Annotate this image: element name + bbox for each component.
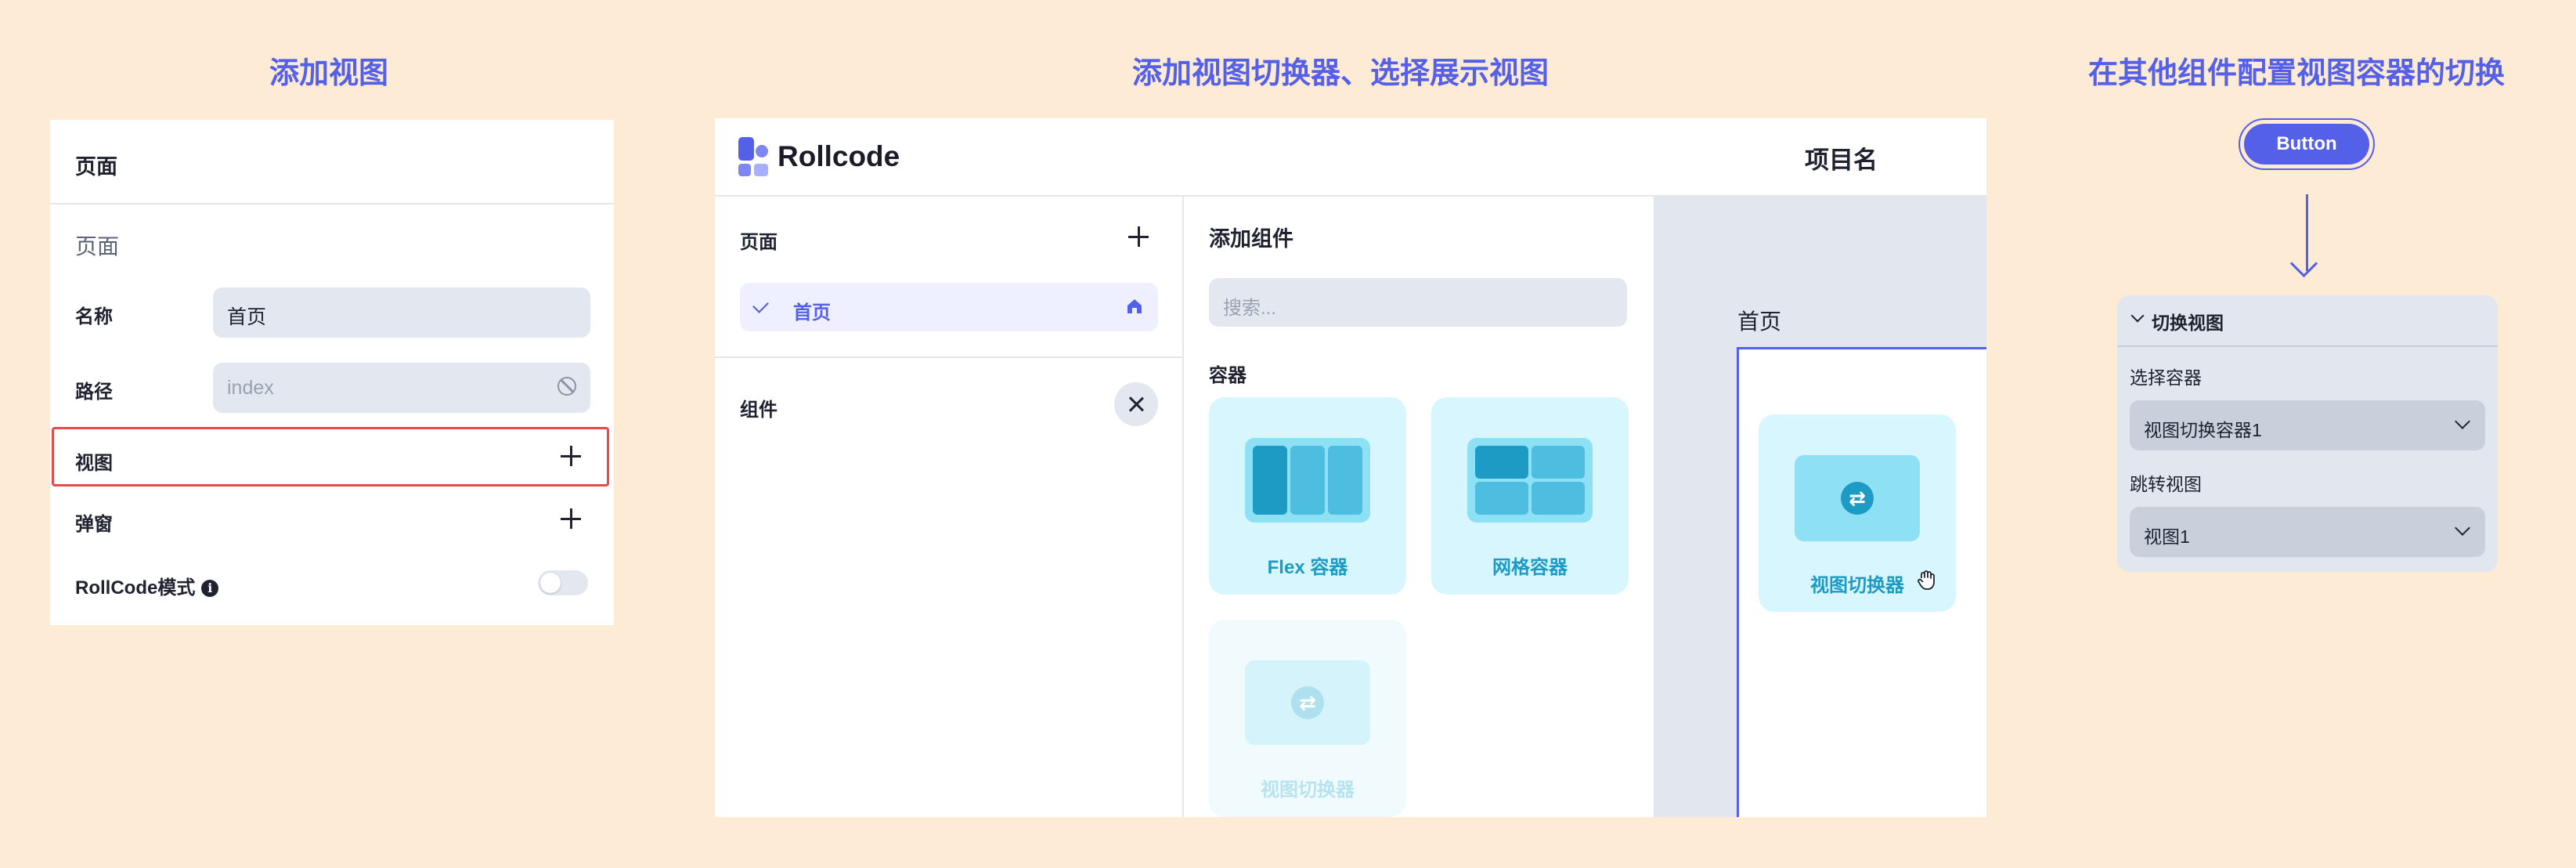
path-field-placeholder: index [227, 377, 274, 399]
category-container: 容器 [1209, 365, 1247, 386]
view-switcher-thumb: ⇄ [1245, 660, 1370, 745]
caption-configure-switch: 在其他组件配置视图容器的切换 [2088, 57, 2506, 90]
divider [2117, 345, 2498, 347]
components-title: 组件 [740, 400, 777, 421]
component-search-input[interactable]: 搜索... [1209, 278, 1627, 327]
path-field[interactable]: index [213, 363, 590, 413]
swap-icon: ⇄ [1291, 686, 1324, 719]
home-icon [1127, 299, 1142, 313]
divider [715, 356, 1182, 358]
grid-container-card[interactable]: 网格容器 [1431, 397, 1629, 595]
panel-header: 页面 [50, 120, 614, 204]
canvas-page-label: 首页 [1737, 309, 1782, 334]
flex-container-card[interactable]: Flex 容器 [1209, 397, 1406, 595]
design-canvas[interactable]: 首页 ⇄ 视图切换器 [1655, 197, 1986, 817]
section-title: 页面 [75, 234, 120, 259]
target-view-dropdown[interactable]: 视图1 [2130, 507, 2485, 557]
switch-view-title[interactable]: 切换视图 [2152, 308, 2224, 335]
brand-name: Rollcode [777, 140, 900, 172]
top-bar: Rollcode 项目名 [715, 118, 1986, 197]
name-field-value: 首页 [227, 306, 267, 328]
view-switcher-label: 视图切换器 [1261, 779, 1355, 801]
caption-add-view: 添加视图 [269, 57, 389, 90]
popup-label: 弹窗 [75, 514, 113, 535]
path-label: 路径 [75, 382, 113, 403]
target-view-value: 视图1 [2144, 526, 2190, 547]
dragged-view-switcher-label: 视图切换器 [1810, 575, 1904, 596]
chevron-down-icon [2455, 414, 2470, 429]
add-view-plus-icon[interactable] [561, 446, 581, 466]
info-icon: i [201, 580, 219, 597]
select-container-dropdown[interactable]: 视图切换容器1 [2130, 400, 2485, 450]
rollcode-mode-label: RollCode模式 i [75, 572, 219, 599]
rollcode-logo-icon [738, 137, 770, 176]
swap-icon: ⇄ [1841, 482, 1874, 515]
panel-header-title: 页面 [75, 155, 117, 179]
project-name[interactable]: 项目名 [1805, 140, 1878, 175]
name-field[interactable]: 首页 [213, 288, 590, 338]
close-components-button[interactable] [1114, 382, 1158, 426]
flex-container-label: Flex 容器 [1267, 557, 1348, 578]
editor-window: Rollcode 项目名 页面 首页 组件 添加组件 搜索... 容器 Flex… [715, 118, 1986, 817]
views-row-highlight [52, 427, 609, 486]
select-container-label: 选择容器 [2130, 367, 2202, 388]
target-view-label: 跳转视图 [2130, 474, 2202, 494]
grid-container-icon [1467, 438, 1593, 523]
add-page-plus-icon[interactable] [1128, 226, 1149, 247]
grab-hand-icon [1918, 570, 1935, 590]
add-components-panel: 添加组件 搜索... 容器 Flex 容器 网格容器 ⇄ 视图切换器 [1184, 197, 1655, 817]
view-switcher-thumb: ⇄ [1795, 455, 1920, 541]
rollcode-mode-text: RollCode模式 [75, 577, 196, 599]
chevron-down-icon[interactable] [2130, 309, 2145, 323]
grid-container-label: 网格容器 [1492, 557, 1568, 578]
views-label: 视图 [75, 453, 113, 474]
page-item-home[interactable]: 首页 [740, 283, 1158, 331]
dragged-view-switcher[interactable]: ⇄ 视图切换器 [1759, 414, 1956, 612]
arrow-head [2289, 249, 2318, 278]
switch-view-settings: 切换视图 选择容器 视图切换容器1 跳转视图 视图1 [2117, 295, 2498, 572]
disabled-icon [557, 377, 576, 396]
caption-add-view-switcher: 添加视图切换器、选择展示视图 [1132, 57, 1550, 90]
view-switcher-card[interactable]: ⇄ 视图切换器 [1209, 620, 1406, 817]
chevron-down-icon [2455, 520, 2470, 536]
name-label: 名称 [75, 306, 113, 327]
left-panel: 页面 首页 组件 [715, 197, 1184, 817]
add-components-title: 添加组件 [1209, 227, 1293, 251]
pages-title: 页面 [740, 232, 777, 253]
select-container-value: 视图切换容器1 [2144, 420, 2262, 440]
check-icon [752, 297, 769, 313]
page-settings-panel: 页面 页面 名称 首页 路径 index 视图 弹窗 RollCode模式 i [50, 120, 614, 625]
button-component-selected[interactable]: Button [2239, 118, 2375, 170]
button-component[interactable]: Button [2244, 124, 2369, 165]
page-item-label: 首页 [793, 302, 831, 324]
add-popup-plus-icon[interactable] [561, 508, 581, 529]
search-placeholder: 搜索... [1223, 298, 1277, 319]
rollcode-mode-toggle[interactable] [538, 570, 588, 595]
flex-container-icon [1245, 438, 1370, 523]
